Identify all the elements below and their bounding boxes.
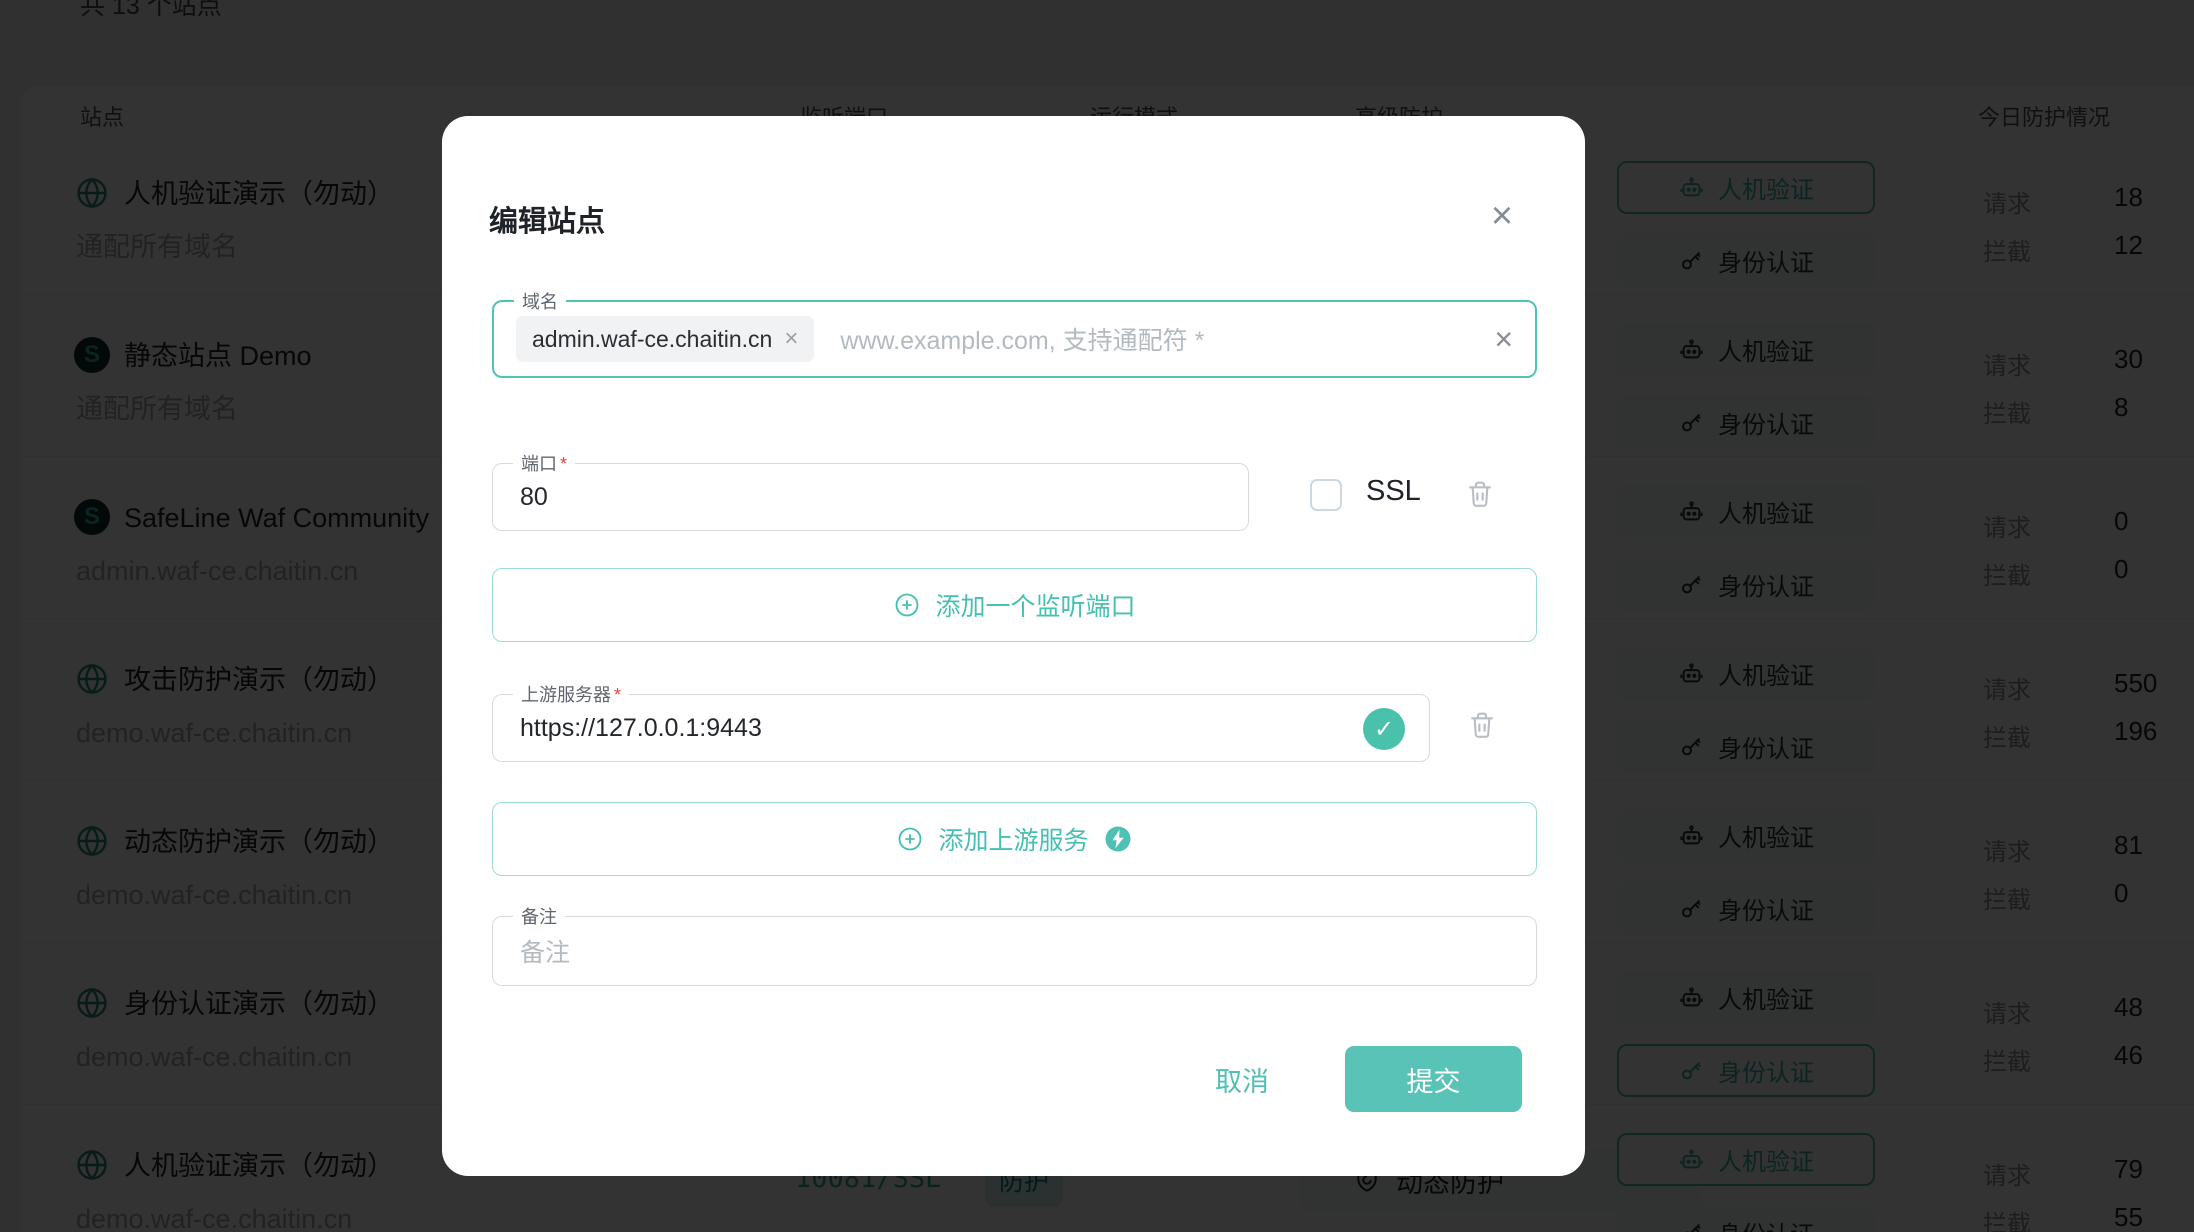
clear-field-icon[interactable]: × <box>1494 321 1513 358</box>
edit-site-dialog: 编辑站点 × 域名 admin.waf-ce.chaitin.cn × www.… <box>442 116 1585 1176</box>
required-marker: * <box>560 454 567 474</box>
domain-tag-text: admin.waf-ce.chaitin.cn <box>532 326 772 353</box>
port-field[interactable]: 端口* 80 <box>492 463 1249 531</box>
add-upstream-label: 添加上游服务 <box>938 821 1088 857</box>
port-value: 80 <box>520 483 548 512</box>
load-balance-bolt-icon <box>1103 824 1133 854</box>
plus-circle-icon <box>896 825 924 853</box>
upstream-value: https://127.0.0.1:9443 <box>520 714 762 743</box>
note-field-label: 备注 <box>513 903 565 929</box>
upstream-field[interactable]: 上游服务器* https://127.0.0.1:9443 ✓ <box>492 694 1430 762</box>
note-placeholder: 备注 <box>520 933 570 969</box>
domain-placeholder: www.example.com, 支持通配符 * <box>840 321 1204 357</box>
delete-port-trash-icon[interactable] <box>1464 478 1496 510</box>
domain-field[interactable]: 域名 admin.waf-ce.chaitin.cn × www.example… <box>492 300 1537 378</box>
domain-field-label: 域名 <box>514 288 566 314</box>
port-field-label: 端口* <box>513 450 575 476</box>
tag-remove-icon[interactable]: × <box>784 325 798 353</box>
note-field[interactable]: 备注 备注 <box>492 916 1537 986</box>
close-icon[interactable]: × <box>1480 194 1524 238</box>
submit-button[interactable]: 提交 <box>1345 1046 1522 1112</box>
delete-upstream-trash-icon[interactable] <box>1466 709 1498 741</box>
add-listen-port-button[interactable]: 添加一个监听端口 <box>492 568 1537 642</box>
ssl-checkbox[interactable] <box>1310 479 1342 511</box>
domain-tag: admin.waf-ce.chaitin.cn × <box>516 316 814 362</box>
upstream-field-label: 上游服务器* <box>513 681 629 707</box>
required-marker: * <box>614 685 621 705</box>
plus-circle-icon <box>893 591 921 619</box>
dialog-title: 编辑站点 <box>489 198 605 240</box>
add-listen-port-label: 添加一个监听端口 <box>935 587 1135 623</box>
add-upstream-button[interactable]: 添加上游服务 <box>492 802 1537 876</box>
check-circle-icon: ✓ <box>1363 708 1405 750</box>
ssl-label: SSL <box>1366 475 1421 508</box>
cancel-button[interactable]: 取消 <box>1187 1046 1297 1112</box>
